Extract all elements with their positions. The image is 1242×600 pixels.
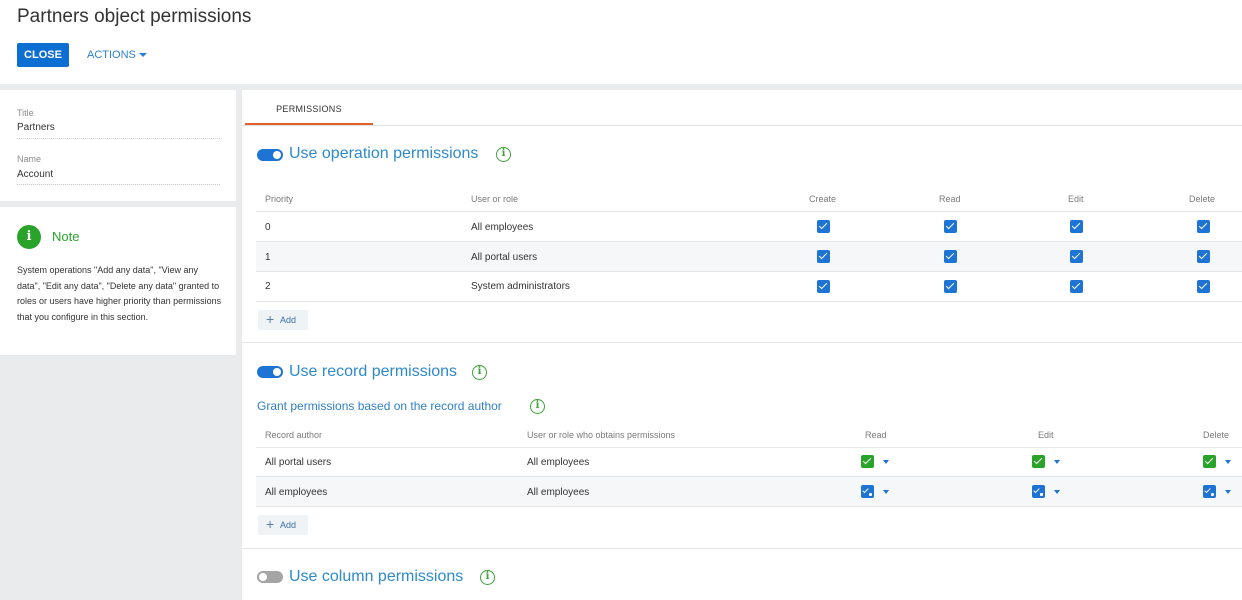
col-header-record-author: Record author [265,430,323,440]
table-cell-role[interactable]: All portal users [471,252,537,263]
column-permissions-toggle[interactable] [257,571,283,583]
table-cell-record-author[interactable]: All employees [265,487,327,498]
col-header-create: Create [809,194,837,204]
delete-checkbox[interactable] [1197,220,1210,233]
create-checkbox[interactable] [817,220,830,233]
col-header-edit: Edit [1068,194,1084,204]
note-text: System operations "Add any data", "View … [17,265,222,322]
read-checkbox[interactable] [861,455,874,468]
table-cell-priority: 1 [265,252,271,263]
table-cell-record-author[interactable]: All portal users [265,457,331,468]
col-header-read: Read [939,194,961,204]
col-header-user-or-role: User or role [471,194,519,204]
table-cell-priority: 0 [265,222,271,233]
name-field-label: Name [17,154,42,164]
record-permissions-toggle[interactable] [257,366,283,378]
table-cell-priority: 2 [265,281,271,292]
delete-checkbox[interactable] [1197,280,1210,293]
info-icon: i [17,225,41,249]
column-permissions-info-icon[interactable]: i [480,570,495,585]
delete-checkbox[interactable] [1197,250,1210,263]
delete-checkbox[interactable] [1203,485,1216,498]
record-author-subtitle: Grant permissions based on the record au… [257,399,502,413]
actions-menu-button[interactable]: ACTIONS [87,43,147,67]
title-field-label: Title [17,108,34,118]
read-checkbox[interactable] [944,250,957,263]
operation-permissions-title: Use operation permissions [289,145,479,162]
create-checkbox[interactable] [817,250,830,263]
edit-checkbox[interactable] [1070,250,1083,263]
table-cell-grantee[interactable]: All employees [527,457,589,468]
table-cell-grantee[interactable]: All employees [527,487,589,498]
actions-label: ACTIONS [87,49,136,61]
column-permissions-title: Use column permissions [289,568,464,585]
table-row-stripe [256,477,1242,506]
table-divider [256,447,1242,448]
edit-dropdown-icon[interactable] [1054,490,1060,494]
record-permissions-info-icon[interactable]: i [472,365,487,380]
add-record-permission-button[interactable]: + Add [258,515,308,535]
read-checkbox[interactable] [861,485,874,498]
add-label: Add [280,315,297,325]
title-field-underline [17,138,220,139]
col-header-read: Read [865,430,887,440]
read-checkbox[interactable] [944,220,957,233]
col-header-delete: Delete [1203,430,1230,440]
table-divider [256,241,1242,242]
edit-checkbox[interactable] [1070,280,1083,293]
operation-permissions-info-icon[interactable]: i [496,147,511,162]
caret-down-icon [138,53,147,58]
close-button[interactable]: CLOSE [17,43,69,67]
table-divider [256,301,1242,302]
operation-permissions-toggle[interactable] [257,149,283,161]
plus-icon: + [266,516,275,532]
read-dropdown-icon[interactable] [883,460,889,464]
add-label: Add [280,520,297,530]
delete-checkbox[interactable] [1203,455,1216,468]
create-checkbox[interactable] [817,280,830,293]
edit-checkbox[interactable] [1032,485,1045,498]
col-header-delete: Delete [1189,194,1216,204]
plus-icon: + [266,311,275,327]
delete-dropdown-icon[interactable] [1225,490,1231,494]
page-header: Partners object permissions CLOSE ACTION… [0,0,1242,84]
page-title: Partners object permissions [17,6,252,27]
table-row-stripe [256,242,1242,271]
name-field-value[interactable]: Account [17,169,53,180]
tab-permissions[interactable]: PERMISSIONS [245,94,373,125]
col-header-edit: Edit [1038,430,1054,440]
name-field-underline [17,184,220,185]
table-cell-role[interactable]: All employees [471,222,533,233]
note-title: Note [52,229,80,244]
main-panel [242,90,1242,600]
section-divider [242,548,1242,549]
col-header-priority: Priority [265,194,294,204]
edit-checkbox[interactable] [1032,455,1045,468]
add-operation-permission-button[interactable]: + Add [258,310,308,330]
edit-dropdown-icon[interactable] [1054,460,1060,464]
table-divider [256,211,1242,212]
record-author-info-icon[interactable]: i [530,399,545,414]
col-header-grantee: User or role who obtains permissions [527,430,676,440]
edit-checkbox[interactable] [1070,220,1083,233]
table-divider [256,476,1242,477]
record-permissions-title: Use record permissions [289,363,458,380]
read-dropdown-icon[interactable] [883,490,889,494]
page: Partners object permissions CLOSE ACTION… [0,0,1242,600]
tab-bar-divider [242,125,1242,126]
read-checkbox[interactable] [944,280,957,293]
table-divider [256,506,1242,507]
table-divider [256,271,1242,272]
title-field-value[interactable]: Partners [17,122,55,133]
section-divider [242,342,1242,343]
delete-dropdown-icon[interactable] [1225,460,1231,464]
table-cell-role[interactable]: System administrators [471,281,570,292]
